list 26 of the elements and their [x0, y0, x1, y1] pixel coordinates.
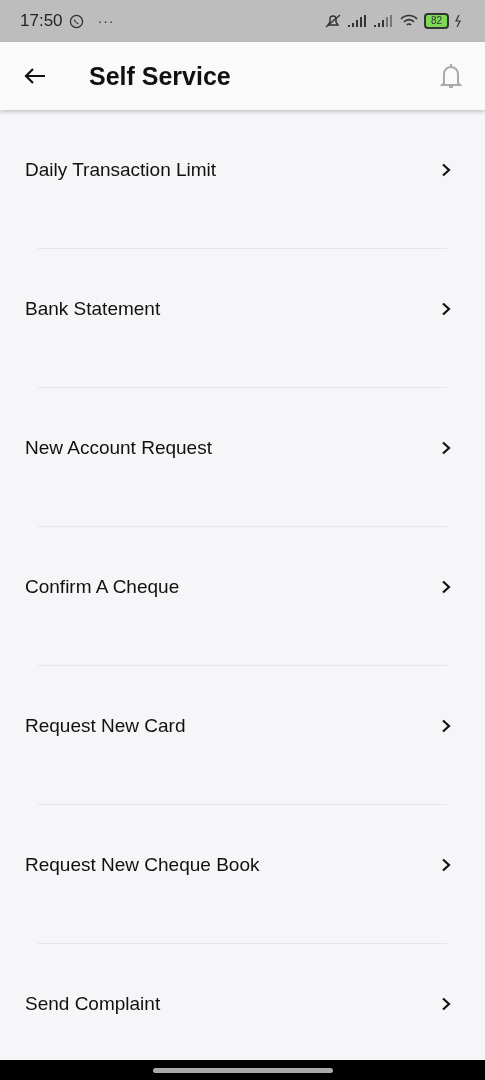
charging-icon: [455, 15, 461, 27]
chevron-right-icon: [441, 302, 451, 316]
signal-icon: [373, 15, 394, 27]
menu-item[interactable]: Confirm A Cheque: [0, 527, 485, 665]
chevron-right-icon: [441, 441, 451, 455]
menu-item[interactable]: Daily Transaction Limit: [0, 110, 485, 248]
battery-level: 82: [423, 13, 449, 29]
chevron-right-icon: [441, 580, 451, 594]
menu-item[interactable]: Send Complaint: [0, 944, 485, 1060]
home-handle[interactable]: [152, 1067, 333, 1073]
menu-item[interactable]: Request New Cheque Book: [0, 805, 485, 943]
menu-item[interactable]: Bank Statement: [0, 249, 485, 387]
signal-icon: [347, 15, 368, 27]
muted-bell-icon: [323, 13, 342, 29]
chevron-right-icon: [441, 719, 451, 733]
chevron-right-icon: [441, 163, 451, 177]
chevron-right-icon: [441, 858, 451, 872]
back-arrow-icon[interactable]: [24, 67, 46, 85]
status-time: 17:50: [20, 11, 63, 31]
menu-item[interactable]: Request New Card: [0, 666, 485, 804]
menu-item[interactable]: New Account Request: [0, 388, 485, 526]
chevron-right-icon: [441, 997, 451, 1011]
wifi-icon: [399, 14, 418, 28]
page-title: Self Service: [89, 61, 232, 91]
chat-icon: [68, 13, 84, 29]
more-indicator: ···: [97, 13, 115, 29]
